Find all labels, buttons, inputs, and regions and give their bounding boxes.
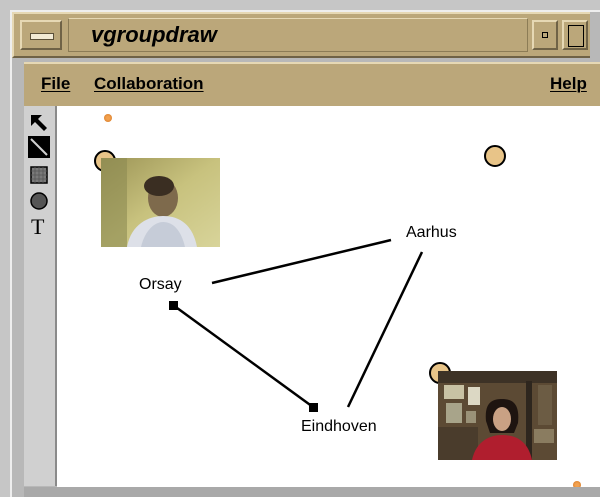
maximize-button[interactable]	[562, 20, 588, 50]
participant-video-image	[438, 371, 557, 460]
label-eindhoven[interactable]: Eindhoven	[301, 418, 377, 436]
label-aarhus[interactable]: Aarhus	[406, 224, 457, 242]
tool-palette: T	[24, 106, 57, 486]
remote-cursor-dot	[104, 114, 112, 122]
node-handle-eindhoven[interactable]	[309, 403, 318, 412]
menu-file[interactable]: File	[41, 74, 70, 94]
window-bottom-edge	[24, 487, 600, 497]
minimize-button[interactable]	[532, 20, 558, 50]
window-title: vgroupdraw	[91, 22, 217, 47]
maximize-icon	[568, 25, 584, 47]
svg-text:T: T	[31, 214, 45, 236]
ellipse-tool-icon	[30, 192, 48, 210]
window-menu-icon	[30, 33, 54, 40]
ellipse-tool[interactable]	[28, 190, 50, 212]
participant-video-image	[101, 158, 220, 247]
rectangle-tool[interactable]	[28, 164, 50, 186]
text-tool[interactable]: T	[28, 214, 50, 239]
rectangle-tool-icon	[30, 166, 48, 184]
participant-video-thumbnail[interactable]	[101, 158, 220, 247]
minimize-icon	[542, 32, 548, 38]
title-bar[interactable]: vgroupdraw	[12, 12, 590, 58]
line-tool-icon	[30, 138, 48, 156]
line-orsay-aarhus[interactable]	[211, 238, 392, 285]
arrow-select-tool[interactable]	[28, 112, 50, 134]
text-tool-icon: T	[31, 214, 45, 239]
line-orsay-eindhoven[interactable]	[172, 303, 314, 409]
menu-bar: File Collaboration Help	[24, 62, 600, 106]
window-menu-button[interactable]	[20, 20, 62, 50]
participant-marker[interactable]	[484, 145, 506, 167]
drawing-canvas[interactable]: Orsay Aarhus Eindhoven	[57, 106, 600, 487]
line-tool[interactable]	[28, 136, 50, 158]
title-area[interactable]: vgroupdraw	[68, 18, 528, 52]
node-handle-orsay[interactable]	[169, 301, 178, 310]
menu-collaboration[interactable]: Collaboration	[94, 74, 204, 94]
label-orsay[interactable]: Orsay	[139, 276, 182, 294]
arrow-select-icon	[31, 115, 47, 131]
participant-video-thumbnail[interactable]	[438, 371, 557, 460]
line-aarhus-eindhoven[interactable]	[346, 251, 424, 408]
menu-help[interactable]: Help	[550, 74, 587, 94]
